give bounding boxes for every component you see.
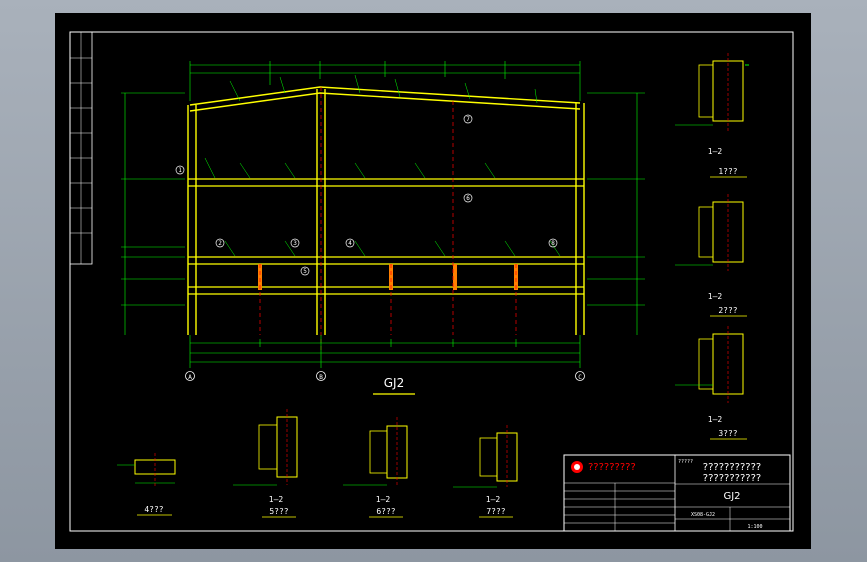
drawing-sheet[interactable]: A B C 1 2 3 4 5 6 7 8 GJ2 1—2 1??? 1—2 2… (55, 13, 811, 549)
project-label: ????? (678, 459, 693, 465)
title-block: ????????? ????? ??????????? ??????????? … (563, 454, 791, 532)
member-tag-6: 6 (466, 195, 470, 202)
detail-3: 1—2 3??? (675, 326, 747, 440)
drawing-number: XS08-GJ2 (691, 512, 715, 518)
detail-6: 1—2 6??? (343, 417, 408, 518)
bottom-dimension-chain (189, 335, 581, 368)
cad-viewport[interactable]: A B C 1 2 3 4 5 6 7 8 GJ2 1—2 1??? 1—2 2… (0, 0, 867, 562)
centerlines (259, 87, 517, 353)
detail-5-caption: 5??? (269, 507, 288, 516)
frame-columns (187, 89, 585, 335)
company-name: ????????? (588, 462, 636, 473)
detail-3-caption: 3??? (718, 429, 737, 438)
axis-label-c: C (578, 374, 582, 381)
top-dimension-chain (189, 61, 581, 101)
member-tag-8: 8 (551, 240, 555, 247)
detail-7-caption: 7??? (486, 507, 505, 516)
member-tag-2: 2 (218, 240, 222, 247)
detail-4-caption: 4??? (144, 505, 163, 514)
detail-3-section: 1—2 (708, 415, 723, 424)
drawing-scale: 1:100 (747, 524, 762, 530)
member-tag-5: 5 (303, 268, 307, 275)
detail-2: 1—2 2??? (675, 194, 747, 317)
detail-1: 1—2 1??? (675, 53, 749, 178)
detail-5: 1—2 5??? (233, 409, 298, 518)
cad-drawing: A B C 1 2 3 4 5 6 7 8 GJ2 1—2 1??? 1—2 2… (69, 31, 794, 532)
member-tag-4: 4 (348, 240, 352, 247)
side-elevation-marks (121, 92, 645, 335)
member-tags: 1 2 3 4 5 6 7 8 (175, 114, 558, 276)
drawing-name: GJ2 (723, 491, 740, 502)
detail-6-section: 1—2 (376, 495, 391, 504)
member-tag-7: 7 (466, 116, 470, 123)
detail-4: 4??? (117, 453, 176, 516)
detail-5-section: 1—2 (269, 495, 284, 504)
detail-2-caption: 2??? (718, 306, 737, 315)
member-tag-1: 1 (178, 167, 182, 174)
axis-label-a: A (188, 374, 192, 381)
roof-rafter (189, 86, 581, 112)
floor-beams (188, 178, 584, 295)
project-name-line2: ??????????? (703, 473, 761, 484)
revision-strip-rows (70, 32, 92, 264)
member-tag-3: 3 (293, 240, 297, 247)
axis-label-b: B (319, 374, 323, 381)
sheet-border (69, 31, 794, 532)
detail-1-caption: 1??? (718, 167, 737, 176)
detail-7: 1—2 7??? (453, 425, 518, 518)
project-name-line1: ??????????? (703, 462, 761, 473)
hanger-posts (258, 264, 518, 290)
main-drawing-title: GJ2 (384, 376, 404, 390)
detail-7-section: 1—2 (486, 495, 501, 504)
detail-6-caption: 6??? (376, 507, 395, 516)
detail-1-section: 1—2 (708, 147, 723, 156)
frame-elevation (121, 61, 645, 368)
detail-2-section: 1—2 (708, 292, 723, 301)
member-leaders (204, 157, 561, 257)
